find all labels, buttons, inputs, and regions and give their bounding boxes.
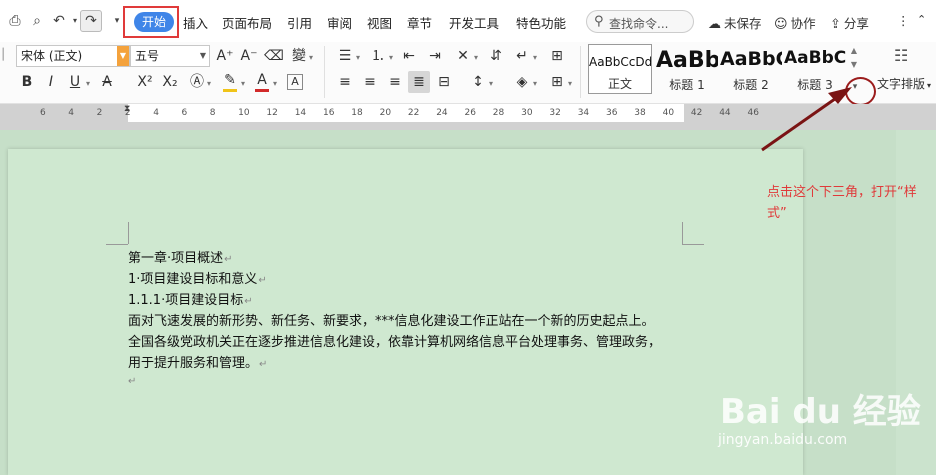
- annotation-arrow-line: [761, 92, 843, 152]
- baidu-jingyan-watermark: Bai du 经验: [720, 392, 921, 432]
- annotation-text: 点击这个下三角，打开“样式”: [767, 185, 917, 221]
- watermark-url: jingyan.baidu.com: [718, 432, 848, 448]
